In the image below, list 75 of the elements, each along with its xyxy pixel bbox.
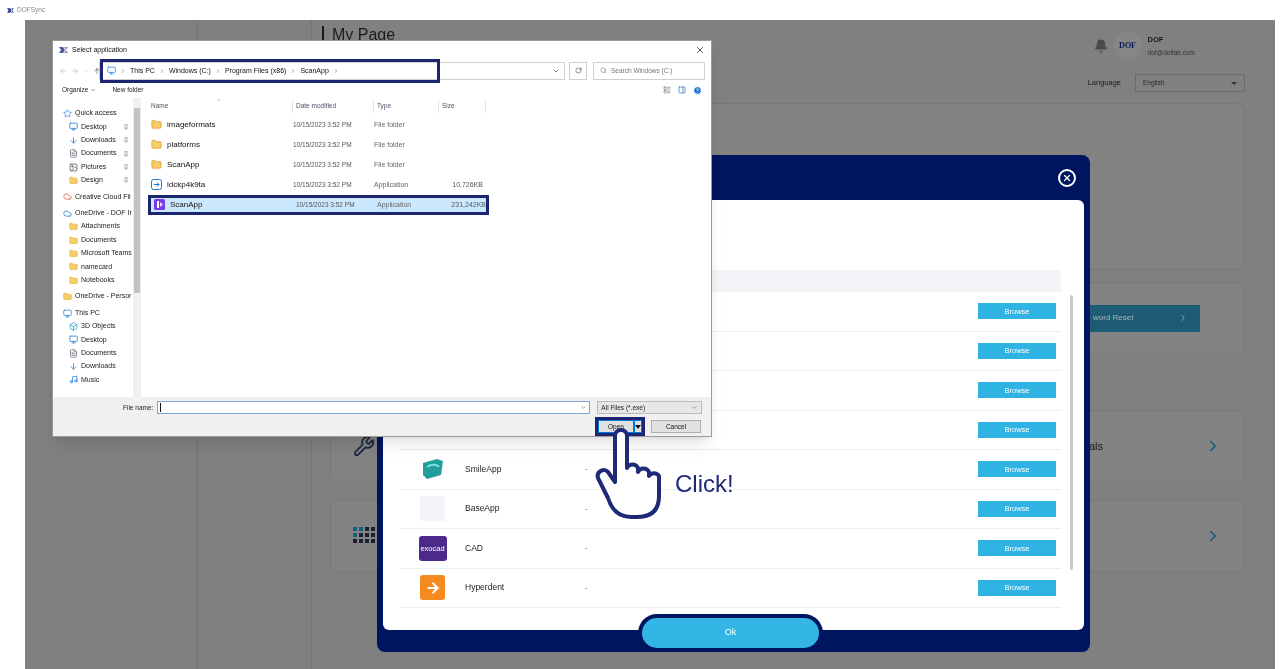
document-icon: [69, 348, 78, 358]
close-icon[interactable]: [1058, 168, 1076, 187]
app-path: -: [585, 502, 588, 515]
recent-icon[interactable]: [83, 67, 89, 74]
sort-icon: [216, 96, 222, 103]
app-path: -: [585, 581, 588, 594]
app-name: BaseApp: [465, 502, 501, 516]
grid-icon: [353, 527, 375, 545]
refresh-button[interactable]: [569, 61, 587, 80]
folder-icon: [69, 235, 78, 245]
folder-icon: [151, 159, 162, 171]
pc-icon: [63, 308, 72, 318]
desktop-icon: [69, 335, 78, 345]
search-icon: [600, 67, 607, 75]
app-name: CAD: [465, 541, 484, 555]
star-icon: [63, 109, 72, 119]
view-icon[interactable]: [663, 86, 671, 95]
chevron-icon: [1178, 313, 1188, 323]
dropdown-icon: [580, 404, 588, 411]
app-path: -: [585, 463, 588, 476]
app-logo-icon: [7, 7, 14, 13]
chevron-icon: [290, 67, 297, 74]
chevron-icon: [214, 67, 221, 74]
folder-icon: [69, 222, 78, 232]
avatar: DOF: [1113, 32, 1142, 60]
download-icon: [69, 362, 78, 372]
logo-icon: [420, 459, 445, 480]
help-icon[interactable]: [693, 85, 702, 95]
close-icon[interactable]: [695, 44, 705, 55]
file-name: ScanApp: [167, 158, 200, 171]
folder-icon: [69, 275, 78, 285]
logo-icon: [420, 575, 445, 601]
pane-icon[interactable]: [678, 86, 686, 95]
annotation-text: Click!: [675, 469, 734, 499]
reset-button[interactable]: word Reset: [1089, 304, 1200, 332]
split-caret-icon[interactable]: [634, 420, 642, 433]
file-name: ScanApp: [170, 198, 203, 211]
caret-icon: [1231, 81, 1237, 85]
back-icon[interactable]: [59, 66, 67, 75]
chevron-icon: [158, 67, 165, 74]
document-icon: [69, 149, 78, 159]
app-path: -: [585, 542, 588, 555]
app-icon: [151, 179, 162, 191]
chevron-icon: [332, 67, 339, 74]
cube-icon: [69, 321, 78, 331]
app-logo-icon: [59, 46, 68, 53]
app-icon: [154, 199, 165, 211]
caret-icon: [90, 87, 97, 94]
pc-icon: [107, 66, 116, 76]
app-name: Hyperdent: [465, 581, 506, 595]
cloud-icon: [63, 208, 72, 218]
folder-icon: [63, 292, 72, 302]
folder-icon: [69, 262, 78, 272]
folder-icon: [151, 139, 162, 151]
file-name: platforms: [167, 138, 200, 151]
file-name: imageformats: [167, 118, 216, 131]
chevron-icon: [120, 67, 126, 74]
folder-icon: [69, 248, 78, 258]
up-icon[interactable]: [93, 66, 101, 75]
folder-icon: [69, 176, 78, 185]
download-icon: [69, 135, 78, 145]
picture-icon: [69, 162, 78, 172]
file-name: idckp4k9ta: [167, 178, 206, 191]
music-icon: [69, 375, 78, 385]
app-name: SmileApp: [465, 462, 503, 476]
card-title: als: [1089, 438, 1104, 454]
tools-icon: [353, 435, 375, 457]
folder-icon: [151, 119, 162, 131]
desktop-icon: [69, 122, 78, 132]
forward-icon[interactable]: [71, 66, 79, 75]
file-name-field[interactable]: [157, 401, 591, 414]
dropdown-icon: [691, 404, 699, 411]
cc-icon: [63, 192, 72, 202]
refresh-icon: [574, 67, 582, 75]
bell-icon[interactable]: [1093, 39, 1108, 53]
